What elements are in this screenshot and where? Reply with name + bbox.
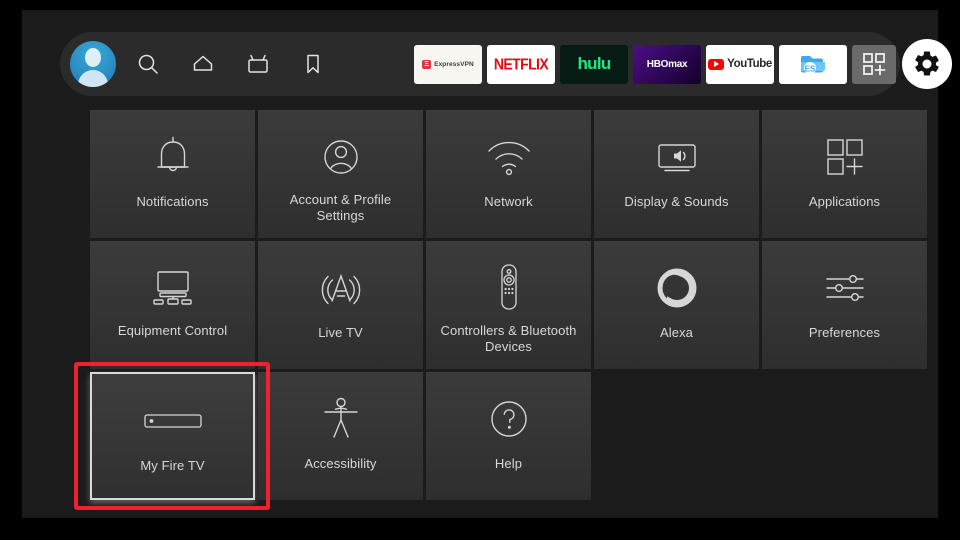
tile-row-2: Equipment Control Live TV Controllers & … xyxy=(90,241,927,369)
remote-control-icon xyxy=(496,257,522,319)
tile-alexa[interactable]: Alexa xyxy=(594,241,759,369)
tile-preferences[interactable]: Preferences xyxy=(762,241,927,369)
tile-controllers-bluetooth-devices[interactable]: Controllers & Bluetooth Devices xyxy=(426,241,591,369)
app-tile-youtube[interactable]: YouTube xyxy=(706,44,774,84)
bookmark-icon[interactable] xyxy=(290,41,336,87)
es-file-explorer-logo: ES xyxy=(801,56,825,74)
tile-label: Equipment Control xyxy=(117,323,228,338)
tile-label: Preferences xyxy=(808,325,881,340)
equipment-tv-icon xyxy=(148,257,198,319)
tile-label: Help xyxy=(494,456,523,471)
user-avatar-icon[interactable] xyxy=(70,41,116,87)
avatar-body xyxy=(78,70,108,87)
app-tile-expressvpn[interactable]: Ξ ExpressVPN xyxy=(414,44,482,84)
tile-live-tv[interactable]: Live TV xyxy=(258,241,423,369)
tile-label: Display & Sounds xyxy=(624,194,729,209)
tile-label: Network xyxy=(484,194,533,209)
wifi-icon xyxy=(485,126,533,188)
accessibility-icon xyxy=(321,388,361,450)
settings-tile-grid: Notifications Account & Profile Settings xyxy=(90,110,927,503)
tv-icon[interactable] xyxy=(235,41,281,87)
hulu-logo: hulu xyxy=(577,54,611,73)
account-person-icon xyxy=(319,126,363,188)
apps-grid-plus-icon[interactable] xyxy=(852,44,896,84)
app-shortcut-strip: Ξ ExpressVPN NETFLIX hulu HBOmax YouTube xyxy=(414,39,952,89)
tile-label: Alexa xyxy=(659,325,694,340)
hbomax-logo: HBOmax xyxy=(646,58,688,70)
app-tile-es-file-explorer[interactable]: ES xyxy=(779,44,847,84)
tile-label: Accessibility xyxy=(304,456,377,471)
bell-icon xyxy=(152,126,194,188)
device-content-area: Ξ ExpressVPN NETFLIX hulu HBOmax YouTube xyxy=(22,10,952,518)
tile-label: Live TV xyxy=(318,325,363,340)
tile-accessibility[interactable]: Accessibility xyxy=(258,372,423,500)
tile-my-fire-tv[interactable]: My Fire TV xyxy=(90,372,255,500)
app-label: ExpressVPN xyxy=(434,60,474,68)
youtube-logo: YouTube xyxy=(727,58,772,70)
nav-icon-group xyxy=(70,41,336,87)
top-navigation-bar: Ξ ExpressVPN NETFLIX hulu HBOmax YouTube xyxy=(60,32,952,96)
search-icon[interactable] xyxy=(125,41,171,87)
youtube-play-icon xyxy=(708,58,725,70)
fire-tv-screen: Ξ ExpressVPN NETFLIX hulu HBOmax YouTube xyxy=(0,0,960,540)
expressvpn-logo: Ξ xyxy=(422,59,432,69)
tile-label: Applications xyxy=(808,194,881,209)
app-tile-hbomax[interactable]: HBOmax xyxy=(633,44,701,84)
applications-grid-icon xyxy=(823,126,867,188)
alexa-ring-icon xyxy=(655,257,699,319)
tile-label: Controllers & Bluetooth Devices xyxy=(440,323,577,354)
fire-tv-stick-icon xyxy=(142,390,204,452)
sliders-icon xyxy=(821,257,869,319)
tile-applications[interactable]: Applications xyxy=(762,110,927,238)
display-sound-icon xyxy=(652,126,702,188)
tile-row-3: My Fire TV Accessibility Help xyxy=(90,372,910,500)
question-mark-icon xyxy=(487,388,531,450)
tile-display-sounds[interactable]: Display & Sounds xyxy=(594,110,759,238)
netflix-logo: NETFLIX xyxy=(493,55,549,73)
tile-account-profile-settings[interactable]: Account & Profile Settings xyxy=(258,110,423,238)
tile-label: Account & Profile Settings xyxy=(289,192,392,223)
tile-row-1: Notifications Account & Profile Settings xyxy=(90,110,927,238)
tile-equipment-control[interactable]: Equipment Control xyxy=(90,241,255,369)
app-tile-hulu[interactable]: hulu xyxy=(560,44,628,84)
app-tile-netflix[interactable]: NETFLIX xyxy=(487,44,555,84)
home-icon[interactable] xyxy=(180,41,226,87)
tile-help[interactable]: Help xyxy=(426,372,591,500)
gear-icon[interactable] xyxy=(902,39,952,89)
tile-label: Notifications xyxy=(136,194,209,209)
svg-text:ES: ES xyxy=(805,64,816,73)
tile-network[interactable]: Network xyxy=(426,110,591,238)
avatar-head xyxy=(85,48,101,67)
tile-notifications[interactable]: Notifications xyxy=(90,110,255,238)
antenna-tower-icon xyxy=(319,257,363,319)
tile-label: My Fire TV xyxy=(140,458,205,473)
